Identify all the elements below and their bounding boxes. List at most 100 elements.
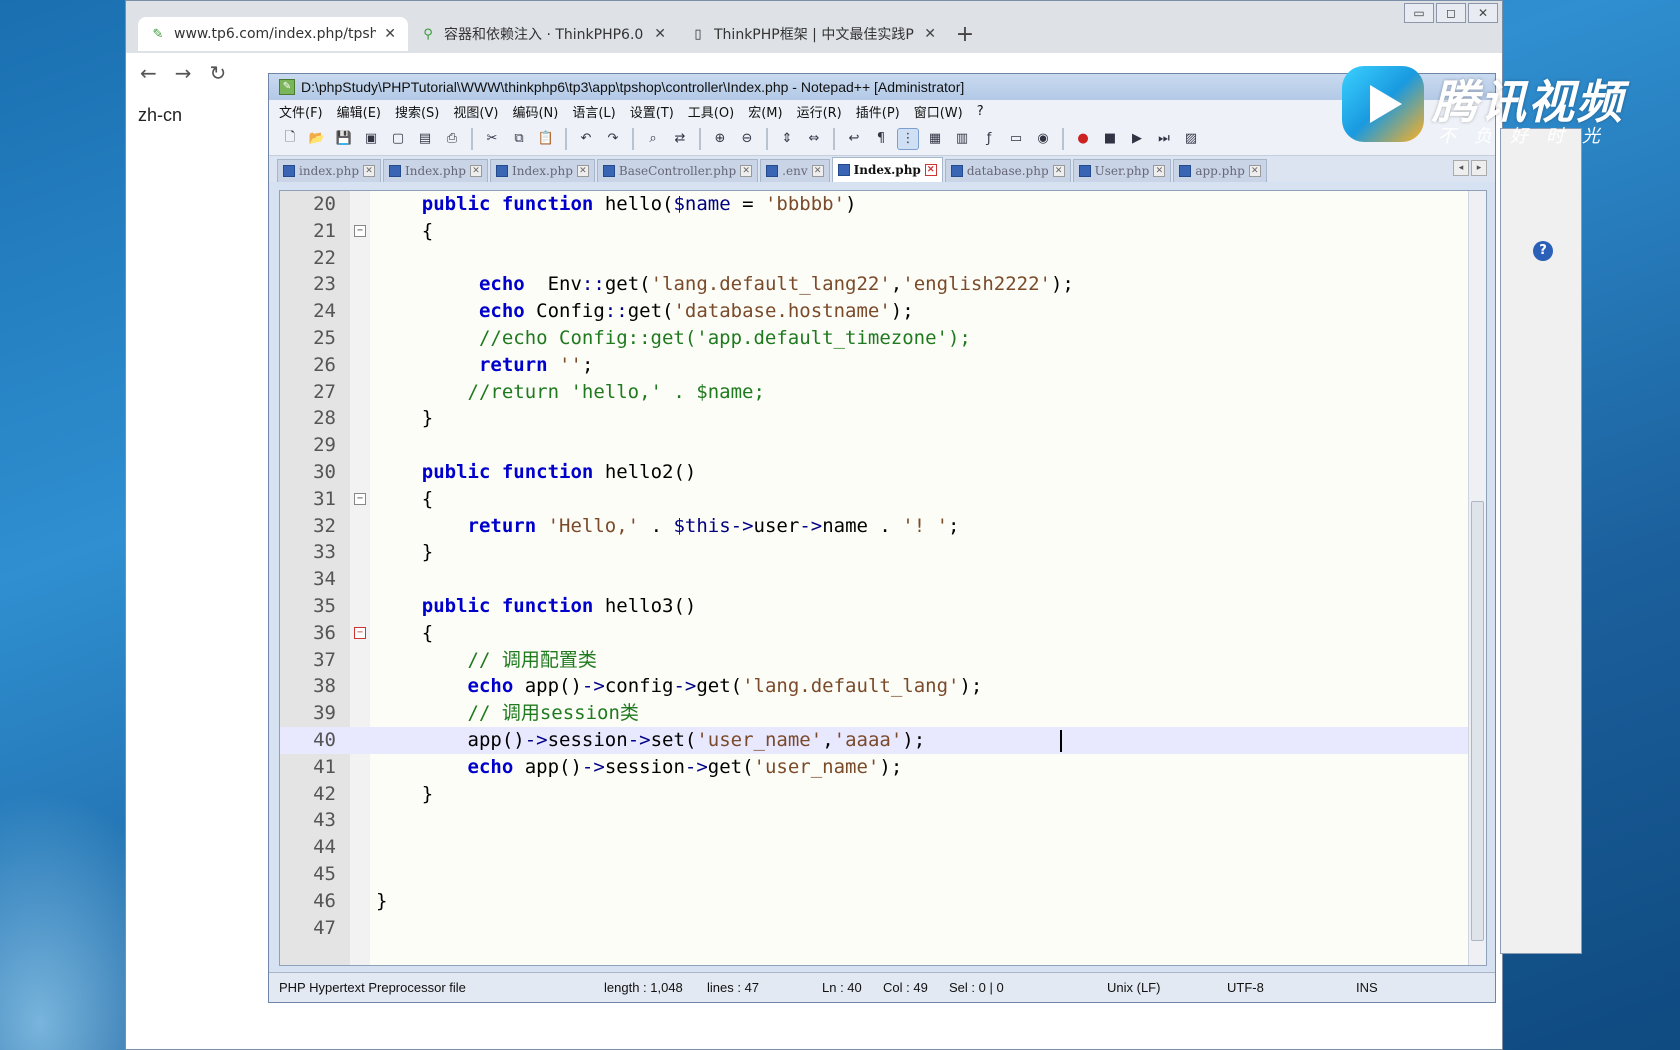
- code-line[interactable]: 31 − {: [280, 486, 1486, 513]
- indent-guide-icon[interactable]: ⋮: [897, 127, 919, 150]
- undo-icon[interactable]: ↶: [575, 128, 597, 150]
- close-all-icon[interactable]: ▤: [414, 128, 436, 150]
- file-tab-index-php-3[interactable]: Index.php ✕: [489, 159, 595, 182]
- save-all-icon[interactable]: ▣: [360, 128, 382, 150]
- code-line[interactable]: 23 echo Env::get('lang.default_lang22','…: [280, 271, 1486, 298]
- paste-icon[interactable]: 📋: [535, 128, 557, 150]
- code-line[interactable]: 43: [280, 807, 1486, 834]
- reload-icon[interactable]: ↻: [210, 61, 227, 85]
- tab-scroll-right-icon[interactable]: ▸: [1471, 160, 1487, 176]
- tab-scroll-left-icon[interactable]: ◂: [1453, 160, 1469, 176]
- close-icon[interactable]: ✕: [1468, 3, 1498, 23]
- zoom-out-icon[interactable]: ⊖: [736, 128, 758, 150]
- code-line[interactable]: 39 // 调用session类: [280, 700, 1486, 727]
- vertical-scrollbar[interactable]: [1468, 191, 1486, 965]
- close-tab-icon[interactable]: ✕: [469, 165, 482, 177]
- file-tab-index-php-2[interactable]: Index.php ✕: [383, 159, 488, 182]
- code-line[interactable]: 27 //return 'hello,' . $name;: [280, 379, 1486, 406]
- code-line[interactable]: 33 }: [280, 539, 1486, 566]
- forward-arrow-icon[interactable]: →: [175, 61, 192, 85]
- code-line[interactable]: 22: [280, 245, 1486, 272]
- code-line[interactable]: 40 app()->session->set('user_name','aaaa…: [280, 726, 1486, 754]
- code-line[interactable]: 45: [280, 861, 1486, 888]
- code-line[interactable]: 38 echo app()->config->get('lang.default…: [280, 673, 1486, 700]
- code-line[interactable]: 36 − {: [280, 620, 1486, 647]
- word-wrap-icon[interactable]: ↩: [843, 128, 865, 150]
- menu-help[interactable]: ?: [977, 104, 984, 119]
- fold-toggle-icon[interactable]: −: [354, 492, 366, 505]
- code-editor[interactable]: 20 public function hello($name = 'bbbbb'…: [279, 190, 1487, 966]
- menu-window[interactable]: 窗口(W): [914, 102, 963, 121]
- menu-file[interactable]: 文件(F): [279, 102, 323, 121]
- menu-macro[interactable]: 宏(M): [748, 102, 782, 121]
- code-line[interactable]: 29: [280, 432, 1486, 459]
- help-icon[interactable]: ?: [1533, 241, 1553, 261]
- code-line[interactable]: 42 }: [280, 781, 1486, 808]
- code-line[interactable]: 37 // 调用配置类: [280, 647, 1486, 674]
- menu-tools[interactable]: 工具(O): [688, 102, 734, 121]
- file-tab-index-php-1[interactable]: index.php ✕: [277, 159, 382, 182]
- code-line[interactable]: 24 echo Config::get('database.hostname')…: [280, 298, 1486, 325]
- close-tab-icon[interactable]: ✕: [1248, 165, 1261, 177]
- file-tab-user[interactable]: User.php ✕: [1072, 159, 1172, 182]
- code-line[interactable]: 26 return '';: [280, 352, 1486, 379]
- file-tab-env[interactable]: .env ✕: [760, 159, 830, 182]
- code-line[interactable]: 21 − {: [280, 218, 1486, 245]
- new-tab-button[interactable]: +: [948, 17, 982, 51]
- menu-encoding[interactable]: 编码(N): [512, 102, 558, 121]
- monitor-icon[interactable]: ◉: [1032, 128, 1054, 150]
- show-all-chars-icon[interactable]: ¶: [870, 128, 892, 150]
- close-tab-icon[interactable]: ✕: [1052, 165, 1065, 177]
- print-icon[interactable]: ⎙: [441, 128, 463, 150]
- cut-icon[interactable]: ✂: [481, 128, 503, 150]
- save-macro-icon[interactable]: ▨: [1180, 128, 1202, 150]
- close-tab-icon[interactable]: ✕: [740, 165, 753, 177]
- close-tab-icon[interactable]: ✕: [363, 165, 376, 177]
- fold-toggle-icon[interactable]: −: [354, 224, 366, 237]
- file-tab-index-php-active[interactable]: Index.php ✕: [831, 157, 943, 182]
- open-folder-icon[interactable]: 📂: [306, 128, 328, 150]
- menu-search[interactable]: 搜索(S): [395, 102, 439, 121]
- code-line[interactable]: 41 echo app()->session->get('user_name')…: [280, 754, 1486, 781]
- code-line[interactable]: 30 public function hello2(): [280, 459, 1486, 486]
- close-tab-icon[interactable]: ✕: [811, 165, 824, 177]
- close-tab-icon[interactable]: ✕: [924, 164, 937, 176]
- zoom-in-icon[interactable]: ⊕: [709, 128, 731, 150]
- fold-toggle-icon[interactable]: −: [354, 626, 366, 639]
- run-macro-multiple-icon[interactable]: ⏭: [1153, 128, 1175, 150]
- browser-tab-thinkphp-framework[interactable]: ▯ ThinkPHP框架 | 中文最佳实践P ✕: [678, 17, 948, 51]
- code-line[interactable]: 44: [280, 834, 1486, 861]
- function-list-icon[interactable]: ƒ: [978, 128, 1000, 150]
- scrollbar-thumb[interactable]: [1471, 501, 1484, 941]
- redo-icon[interactable]: ↷: [602, 128, 624, 150]
- menu-language[interactable]: 语言(L): [572, 102, 615, 121]
- close-tab-icon[interactable]: ✕: [384, 26, 396, 42]
- find-icon[interactable]: ⌕: [642, 128, 664, 150]
- doc-map-icon[interactable]: ▥: [951, 128, 973, 150]
- close-tab-icon[interactable]: ✕: [654, 26, 666, 42]
- new-file-icon[interactable]: 🗋: [279, 128, 301, 150]
- code-line[interactable]: 47: [280, 915, 1486, 942]
- menu-run[interactable]: 运行(R): [797, 102, 842, 121]
- code-line[interactable]: 46}: [280, 888, 1486, 915]
- close-tab-icon[interactable]: ✕: [1153, 165, 1166, 177]
- code-line[interactable]: 28 }: [280, 405, 1486, 432]
- browser-tab-tp6[interactable]: ✎ www.tp6.com/index.php/tpsh ✕: [138, 17, 408, 51]
- sync-vertical-icon[interactable]: ⇕: [776, 128, 798, 150]
- code-line[interactable]: 25 //echo Config::get('app.default_timez…: [280, 325, 1486, 352]
- save-icon[interactable]: 💾: [333, 128, 355, 150]
- user-language-icon[interactable]: ▦: [924, 128, 946, 150]
- maximize-icon[interactable]: ◻: [1436, 3, 1466, 23]
- menu-plugins[interactable]: 插件(P): [856, 102, 900, 121]
- file-tab-database[interactable]: database.php ✕: [944, 159, 1071, 182]
- close-tab-icon[interactable]: ✕: [576, 165, 589, 177]
- menu-view[interactable]: 视图(V): [453, 102, 498, 121]
- back-arrow-icon[interactable]: ←: [140, 61, 157, 85]
- browser-tab-container-doc[interactable]: ⚲ 容器和依赖注入 · ThinkPHP6.0 ✕: [408, 17, 678, 51]
- replace-icon[interactable]: ⇄: [669, 128, 691, 150]
- file-tab-basecontroller[interactable]: BaseController.php ✕: [596, 159, 759, 182]
- play-macro-icon[interactable]: ▶: [1126, 128, 1148, 150]
- menu-settings[interactable]: 设置(T): [630, 102, 674, 121]
- close-tab-icon[interactable]: ✕: [924, 26, 936, 42]
- minimize-icon[interactable]: ▭: [1404, 3, 1434, 23]
